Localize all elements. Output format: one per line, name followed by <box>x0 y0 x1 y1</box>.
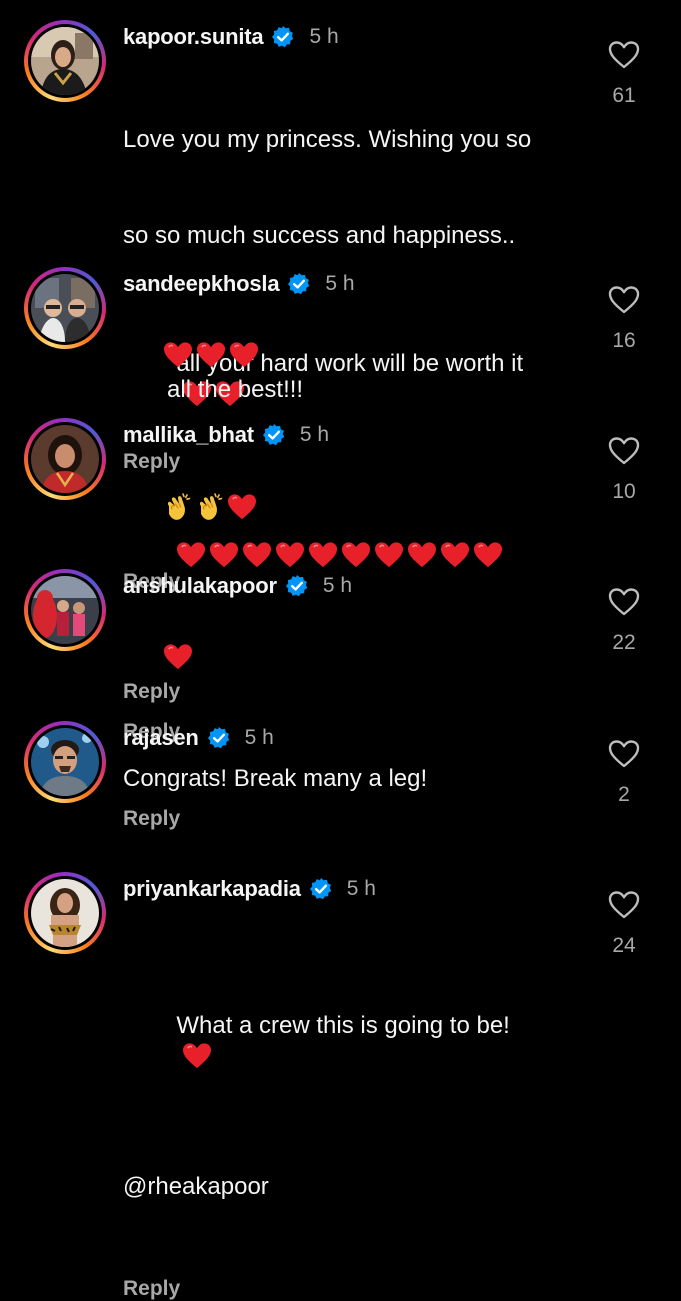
like-count: 2 <box>618 783 630 806</box>
like-heart-icon[interactable] <box>608 890 640 920</box>
comment-text-line: What a crew this is going to be! <box>123 978 593 1107</box>
like-control: 16 <box>598 285 650 353</box>
verified-badge-icon <box>287 272 311 296</box>
like-count: 24 <box>612 934 636 957</box>
comment-username[interactable]: kapoor.sunita <box>123 24 264 50</box>
comment-timestamp: 5 h <box>244 726 274 749</box>
clapping-hands-emoji-icon <box>163 492 193 522</box>
like-heart-icon[interactable] <box>608 40 640 70</box>
like-heart-icon[interactable] <box>608 739 640 769</box>
comment-text-fragment: What a crew this is going to be! <box>176 1012 510 1039</box>
like-heart-icon[interactable] <box>608 285 640 315</box>
comment-username[interactable]: mallika_bhat <box>123 422 254 448</box>
like-control: 24 <box>598 890 650 958</box>
red-heart-emoji-icon <box>163 341 193 369</box>
comment-text: What a crew this is going to be! @rheaka… <box>123 914 593 1267</box>
comment-text-fragment: all the best!!! <box>167 376 304 403</box>
avatar <box>31 728 99 796</box>
comment-username[interactable]: sandeepkhosla <box>123 271 280 297</box>
comment-timestamp: 5 h <box>325 272 355 295</box>
avatar <box>31 576 99 644</box>
comment-text <box>123 611 593 708</box>
red-heart-emoji-icon <box>196 341 226 369</box>
comment-timestamp: 5 h <box>309 25 339 48</box>
like-count: 61 <box>612 84 636 107</box>
avatar <box>31 879 99 947</box>
like-control: 2 <box>598 739 650 807</box>
story-ring[interactable] <box>24 721 106 803</box>
story-ring[interactable] <box>24 267 106 349</box>
comment-username[interactable]: anshulakapoor <box>123 573 277 599</box>
story-ring[interactable] <box>24 872 106 954</box>
verified-badge-icon <box>271 25 295 49</box>
like-count: 22 <box>612 631 636 654</box>
like-control: 22 <box>598 587 650 655</box>
verified-badge-icon <box>262 423 286 447</box>
verified-badge-icon <box>285 574 309 598</box>
avatar <box>31 425 99 493</box>
comment-username[interactable]: rajasen <box>123 725 199 751</box>
red-heart-emoji-icon <box>182 1042 212 1070</box>
avatar <box>31 27 99 95</box>
comment-text-line: Love you my princess. Wishing you so <box>123 126 532 153</box>
verified-badge-icon <box>207 726 231 750</box>
comment-timestamp: 5 h <box>299 423 330 446</box>
comment-timestamp: 5 h <box>322 574 353 597</box>
reply-button[interactable]: Reply <box>123 807 180 831</box>
like-heart-icon[interactable] <box>608 587 640 617</box>
like-count: 16 <box>612 329 636 352</box>
like-control: 61 <box>598 40 650 108</box>
comment-text: Congrats! Break many a leg! <box>123 765 428 792</box>
comment-text-line: so so much success and happiness.. <box>123 222 516 249</box>
comment-timestamp: 5 h <box>346 877 376 900</box>
red-heart-emoji-icon <box>163 643 193 671</box>
like-control: 10 <box>598 436 650 504</box>
verified-badge-icon <box>309 877 333 901</box>
clapping-hands-emoji-icon <box>195 492 225 522</box>
story-ring[interactable] <box>24 418 106 500</box>
mention-link[interactable]: @rheakapoor <box>123 1171 593 1203</box>
red-heart-emoji-icon <box>229 341 259 369</box>
comment-username[interactable]: priyankarkapadia <box>123 876 301 902</box>
red-heart-emoji-icon <box>227 493 257 521</box>
like-count: 10 <box>612 480 636 503</box>
story-ring[interactable] <box>24 569 106 651</box>
avatar <box>31 274 99 342</box>
like-heart-icon[interactable] <box>608 436 640 466</box>
story-ring[interactable] <box>24 20 106 102</box>
reply-button[interactable]: Reply <box>123 1277 180 1301</box>
comment-text <box>123 460 593 558</box>
